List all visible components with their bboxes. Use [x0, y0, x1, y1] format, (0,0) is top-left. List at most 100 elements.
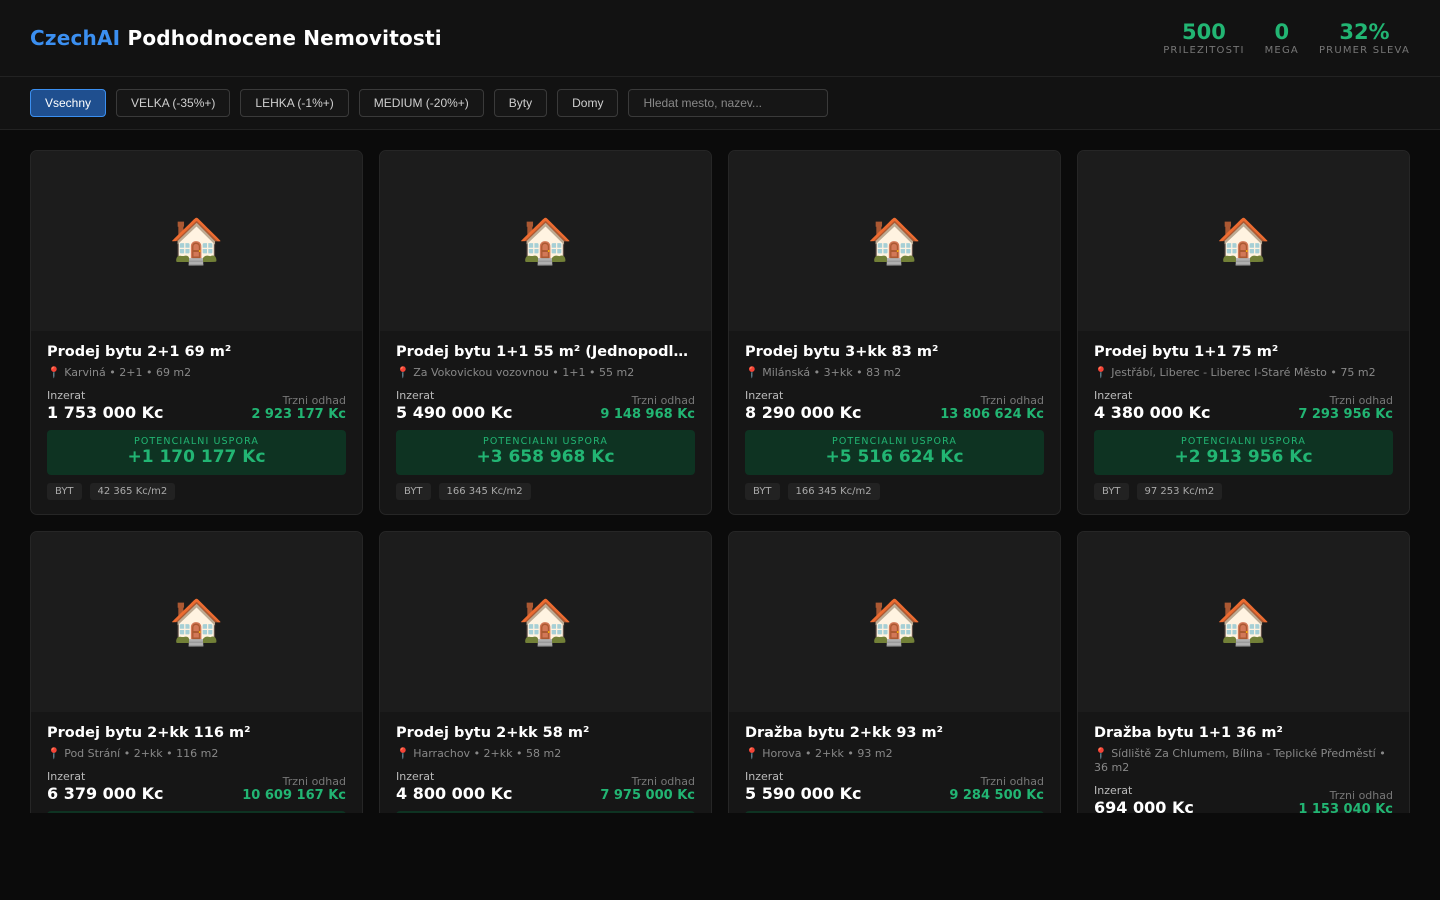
stat-value: 0: [1274, 19, 1290, 44]
pin-icon: 📍: [745, 366, 759, 379]
listing-price-label: Inzerat: [47, 770, 86, 783]
listing-price-value: 8 290 000 Kc: [745, 403, 862, 422]
card-body: Prodej bytu 3+kk 83 m² 📍 Milánská • 3+kk…: [729, 331, 1060, 500]
price-row: Inzerat 694 000 Kc Trzni odhad 1 153 040…: [1094, 784, 1393, 813]
property-location: 📍 Sídliště Za Chlumem, Bílina - Teplické…: [1094, 747, 1393, 775]
listing-price-value: 694 000 Kc: [1094, 798, 1194, 813]
property-title[interactable]: Dražba bytu 2+kk 93 m²: [745, 725, 1044, 741]
market-estimate-value: 9 148 968 Kc: [600, 407, 695, 422]
listing-price-block: Inzerat 694 000 Kc: [1094, 784, 1194, 813]
price-per-m2-tag: 166 345 Kc/m2: [787, 483, 880, 500]
search-input[interactable]: [628, 89, 829, 117]
market-estimate-block: Trzni odhad 9 284 500 Kc: [949, 775, 1044, 803]
pin-icon: 📍: [396, 366, 410, 379]
property-title[interactable]: Dražba bytu 1+1 36 m²: [1094, 725, 1393, 741]
house-icon: 🏠: [867, 216, 922, 267]
property-title[interactable]: Prodej bytu 2+kk 116 m²: [47, 725, 346, 741]
house-icon: 🏠: [169, 597, 224, 648]
property-location: 📍 Za Vokovickou vozovnou • 1+1 • 55 m2: [396, 366, 695, 380]
stat-value: 500: [1181, 19, 1226, 44]
savings-label: POTENCIALNI USPORA: [483, 436, 608, 447]
market-estimate-label: Trzni odhad: [980, 775, 1044, 788]
listing-price-value: 4 800 000 Kc: [396, 784, 513, 803]
property-thumbnail[interactable]: 🏠: [1078, 151, 1409, 331]
property-card[interactable]: 🏠 Dražba bytu 1+1 36 m² 📍 Sídliště Za Ch…: [1077, 531, 1410, 813]
filter-large-button[interactable]: VELKA (-35%+): [116, 89, 231, 117]
filter-medium-button[interactable]: MEDIUM (-20%+): [358, 89, 484, 117]
property-thumbnail[interactable]: 🏠: [31, 532, 362, 712]
savings-value: +2 913 956 Kc: [1174, 447, 1313, 467]
savings-box: POTENCIALNI USPORA +3 658 968 Kc: [396, 430, 695, 475]
app-title: CzechAI Podhodnocene Nemovitosti: [30, 26, 442, 50]
location-text: Horova • 2+kk • 93 m2: [762, 747, 893, 760]
market-estimate-label: Trzni odhad: [1329, 789, 1393, 802]
filter-apartments-button[interactable]: Byty: [493, 89, 548, 117]
house-icon: 🏠: [518, 216, 573, 267]
savings-value: +3 658 968 Kc: [476, 447, 615, 467]
market-estimate-label: Trzni odhad: [1329, 394, 1393, 407]
market-estimate-label: Trzni odhad: [282, 775, 346, 788]
property-title[interactable]: Prodej bytu 1+1 55 m² (Jednopodla…: [396, 344, 695, 360]
market-estimate-block: Trzni odhad 7 975 000 Kc: [600, 775, 695, 803]
market-estimate-value: 7 293 956 Kc: [1298, 407, 1393, 422]
property-title[interactable]: Prodej bytu 1+1 75 m²: [1094, 344, 1393, 360]
price-row: Inzerat 1 753 000 Kc Trzni odhad 2 923 1…: [47, 389, 346, 422]
property-thumbnail[interactable]: 🏠: [380, 532, 711, 712]
pin-icon: 📍: [745, 747, 759, 760]
property-thumbnail[interactable]: 🏠: [729, 151, 1060, 331]
listing-price-block: Inzerat 8 290 000 Kc: [745, 389, 862, 422]
property-card[interactable]: 🏠 Prodej bytu 1+1 75 m² 📍 Jestřábí, Libe…: [1077, 150, 1410, 515]
price-row: Inzerat 8 290 000 Kc Trzni odhad 13 806 …: [745, 389, 1044, 422]
market-estimate-value: 7 975 000 Kc: [600, 788, 695, 803]
property-title[interactable]: Prodej bytu 2+1 69 m²: [47, 344, 346, 360]
listing-price-value: 5 590 000 Kc: [745, 784, 862, 803]
savings-box: [47, 811, 346, 813]
filter-all-button[interactable]: Vsechny: [30, 89, 107, 117]
savings-box: POTENCIALNI USPORA +5 516 624 Kc: [745, 430, 1044, 475]
filter-light-button[interactable]: LEHKA (-1%+): [240, 89, 349, 117]
stat-value: 32%: [1339, 19, 1390, 44]
property-thumbnail[interactable]: 🏠: [31, 151, 362, 331]
listing-price-block: Inzerat 5 590 000 Kc: [745, 770, 862, 803]
market-estimate-block: Trzni odhad 1 153 040 Kc: [1298, 789, 1393, 813]
property-card[interactable]: 🏠 Prodej bytu 2+1 69 m² 📍 Karviná • 2+1 …: [30, 150, 363, 515]
savings-label: POTENCIALNI USPORA: [1181, 436, 1306, 447]
stat-label: PRILEZITOSTI: [1163, 44, 1245, 56]
card-body: Prodej bytu 1+1 75 m² 📍 Jestřábí, Libere…: [1078, 331, 1409, 500]
savings-box: [396, 811, 695, 813]
listing-price-label: Inzerat: [1094, 784, 1133, 797]
stat-label: PRUMER SLEVA: [1318, 44, 1410, 56]
listings-area: 🏠 Prodej bytu 2+1 69 m² 📍 Karviná • 2+1 …: [0, 130, 1440, 813]
filter-bar: Vsechny VELKA (-35%+) LEHKA (-1%+) MEDIU…: [0, 77, 1440, 130]
card-body: Prodej bytu 1+1 55 m² (Jednopodla… 📍 Za …: [380, 331, 711, 500]
tag-row: BYT 166 345 Kc/m2: [745, 483, 1044, 500]
house-icon: 🏠: [518, 597, 573, 648]
property-title[interactable]: Prodej bytu 2+kk 58 m²: [396, 725, 695, 741]
location-text: Milánská • 3+kk • 83 m2: [762, 366, 902, 379]
pin-icon: 📍: [396, 747, 410, 760]
property-thumbnail[interactable]: 🏠: [729, 532, 1060, 712]
filter-houses-button[interactable]: Domy: [557, 89, 619, 117]
price-row: Inzerat 5 590 000 Kc Trzni odhad 9 284 5…: [745, 770, 1044, 803]
property-location: 📍 Jestřábí, Liberec - Liberec I-Staré Mě…: [1094, 366, 1393, 380]
listing-price-label: Inzerat: [396, 389, 435, 402]
type-tag: BYT: [47, 483, 82, 500]
listing-price-label: Inzerat: [1094, 389, 1133, 402]
property-thumbnail[interactable]: 🏠: [380, 151, 711, 331]
house-icon: 🏠: [867, 597, 922, 648]
property-card[interactable]: 🏠 Prodej bytu 3+kk 83 m² 📍 Milánská • 3+…: [728, 150, 1061, 515]
property-card[interactable]: 🏠 Prodej bytu 2+kk 116 m² 📍 Pod Strání •…: [30, 531, 363, 813]
savings-box: POTENCIALNI USPORA +1 170 177 Kc: [47, 430, 346, 475]
property-thumbnail[interactable]: 🏠: [1078, 532, 1409, 712]
savings-box: POTENCIALNI USPORA +2 913 956 Kc: [1094, 430, 1393, 475]
market-estimate-value: 13 806 624 Kc: [940, 407, 1044, 422]
market-estimate-block: Trzni odhad 9 148 968 Kc: [600, 394, 695, 422]
card-body: Prodej bytu 2+1 69 m² 📍 Karviná • 2+1 • …: [31, 331, 362, 500]
property-location: 📍 Karviná • 2+1 • 69 m2: [47, 366, 346, 380]
property-title[interactable]: Prodej bytu 3+kk 83 m²: [745, 344, 1044, 360]
brand-title: Podhodnocene Nemovitosti: [127, 26, 442, 50]
savings-label: POTENCIALNI USPORA: [134, 436, 259, 447]
property-card[interactable]: 🏠 Prodej bytu 1+1 55 m² (Jednopodla… 📍 Z…: [379, 150, 712, 515]
property-card[interactable]: 🏠 Prodej bytu 2+kk 58 m² 📍 Harrachov • 2…: [379, 531, 712, 813]
property-card[interactable]: 🏠 Dražba bytu 2+kk 93 m² 📍 Horova • 2+kk…: [728, 531, 1061, 813]
